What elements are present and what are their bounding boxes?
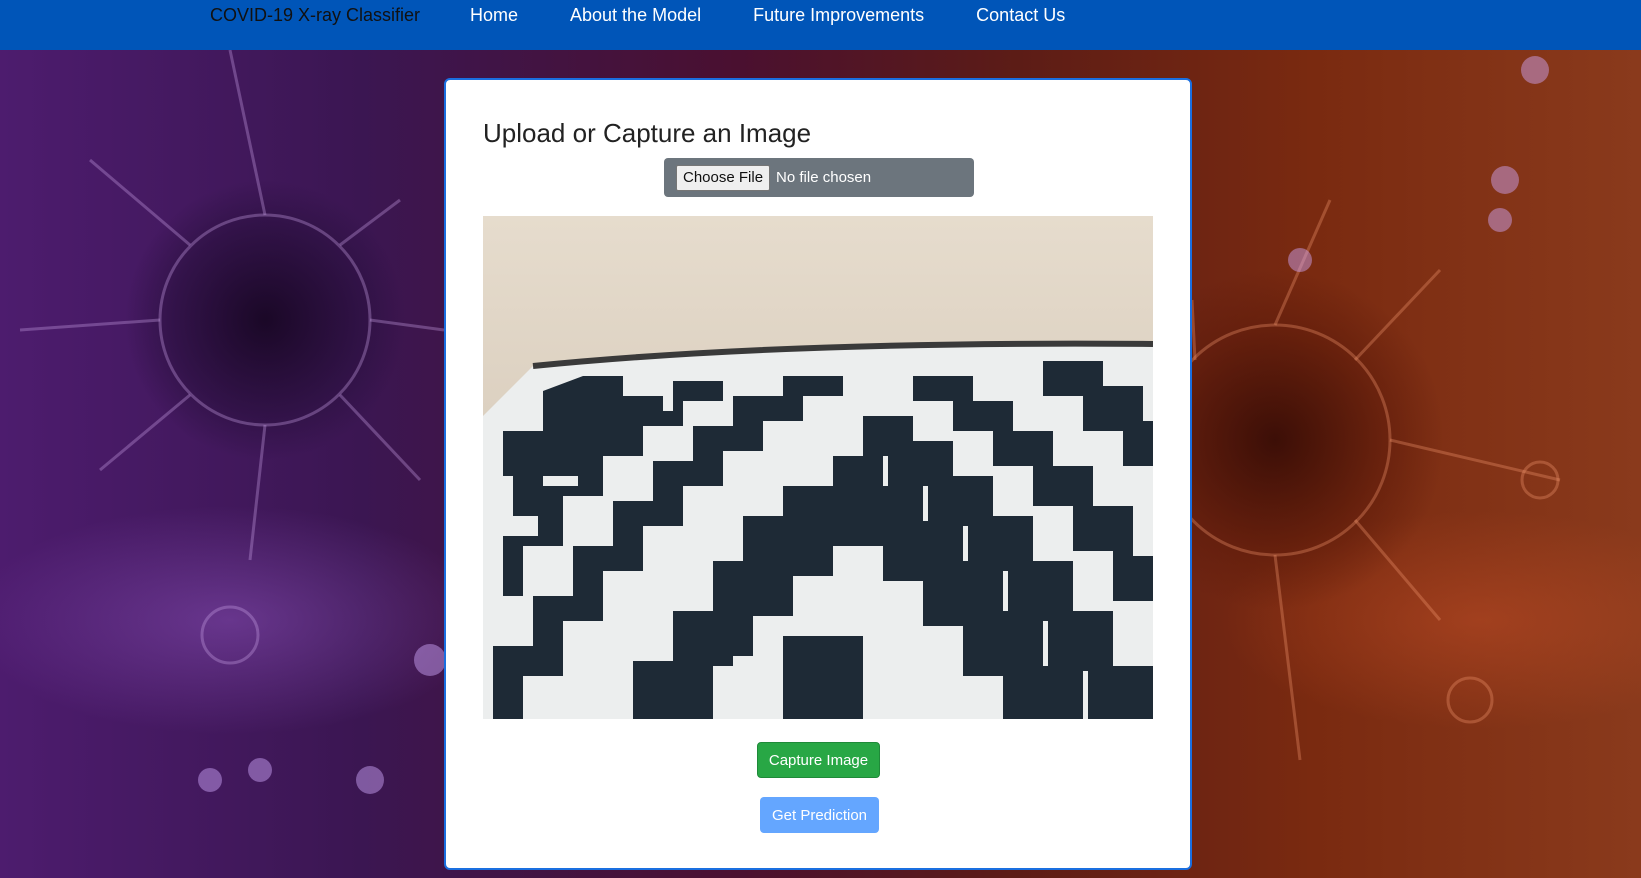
top-navbar: COVID-19 X-ray Classifier Home About the… xyxy=(0,0,1641,50)
file-input[interactable]: Choose File No file chosen xyxy=(664,158,974,197)
nav-link-contact-us[interactable]: Contact Us xyxy=(976,5,1065,26)
brand-title[interactable]: COVID-19 X-ray Classifier xyxy=(210,5,420,26)
get-prediction-button[interactable]: Get Prediction xyxy=(760,797,879,833)
webcam-feed xyxy=(483,216,1153,719)
capture-image-button[interactable]: Capture Image xyxy=(757,742,880,778)
choose-file-button[interactable]: Choose File xyxy=(676,164,771,191)
file-status-text: No file chosen xyxy=(776,169,872,186)
nav-link-home[interactable]: Home xyxy=(470,5,518,26)
nav-link-about-model[interactable]: About the Model xyxy=(570,5,701,26)
webcam-feed-image xyxy=(483,216,1153,719)
nav-link-future-improvements[interactable]: Future Improvements xyxy=(753,5,924,26)
nav-links: Home About the Model Future Improvements… xyxy=(470,5,1065,26)
upload-card: Upload or Capture an Image Choose File N… xyxy=(444,78,1192,870)
card-title: Upload or Capture an Image xyxy=(483,118,812,148)
